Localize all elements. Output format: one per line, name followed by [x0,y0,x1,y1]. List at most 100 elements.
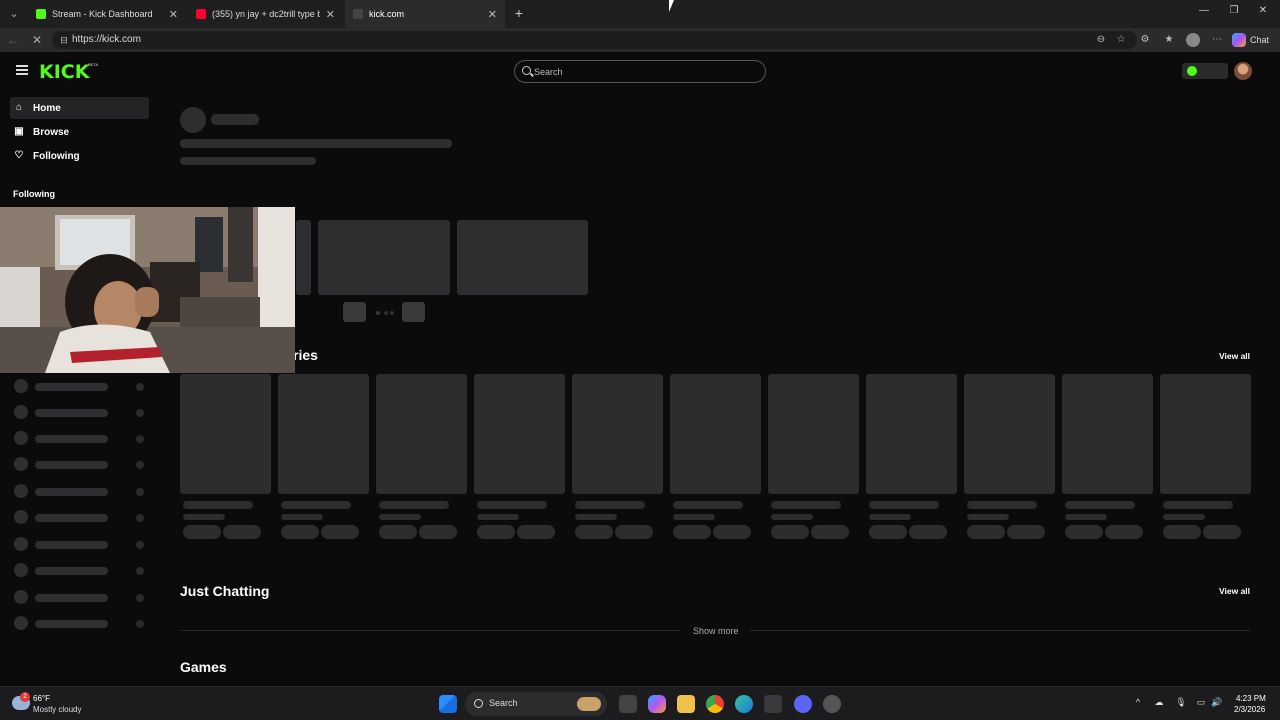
profile-icon[interactable] [1186,33,1200,47]
skeleton-avatar [180,107,206,133]
category-card-skeleton [278,374,369,494]
extensions-icon[interactable]: ⚙ [1138,33,1152,47]
skeleton-line [771,514,813,520]
close-tab-icon[interactable]: ✕ [488,8,497,21]
category-card-skeleton [670,374,761,494]
show-hidden-icons-icon[interactable]: ^ [1131,697,1145,707]
app-icon[interactable] [823,695,841,713]
more-options-icon[interactable]: ⋯ [1210,33,1224,47]
windows-start-icon[interactable] [439,695,457,713]
taskbar-search-label: Search [489,698,518,708]
close-window-icon[interactable]: ✕ [1252,5,1274,16]
clock-time[interactable]: 4:23 PM [1236,694,1266,703]
skeleton-line [1163,514,1205,520]
new-tab-button[interactable]: + [510,4,528,22]
microsoft-store-icon[interactable] [764,695,782,713]
site-info-icon[interactable]: ⊟ [58,34,70,46]
carousel-skeleton-card [318,220,450,295]
close-tab-icon[interactable]: ✕ [169,8,178,21]
search-box[interactable] [514,60,766,83]
volume-icon[interactable]: 🔊 [1210,697,1224,708]
tab-kick-dashboard[interactable]: Stream - Kick Dashboard ✕ [28,0,186,28]
skeleton-pill [869,525,907,539]
taskbar-search[interactable]: Search [465,692,607,716]
search-input[interactable] [534,64,754,80]
skeleton-line [1163,501,1233,509]
kick-studio-button[interactable] [1182,63,1228,79]
skeleton-pill [1065,525,1103,539]
copilot-chat-button[interactable]: Chat [1232,31,1269,49]
zoom-icon[interactable]: ⊖ [1094,33,1108,47]
show-more-button[interactable]: Show more [693,626,739,636]
carousel-dot[interactable] [384,311,388,315]
sidebar-item-label: Home [33,102,61,114]
skeleton-pill [419,525,457,539]
network-icon[interactable]: ▭ [1194,697,1208,708]
chrome-icon[interactable] [706,695,724,713]
clock-date[interactable]: 2/3/2026 [1234,705,1265,714]
carousel-prev-button[interactable] [343,302,366,322]
stop-loading-icon[interactable]: ✕ [30,33,44,47]
weather-description[interactable]: Mostly cloudy [33,705,81,714]
favorite-star-icon[interactable]: ☆ [1114,33,1128,47]
skeleton-pill [615,525,653,539]
view-all-categories-link[interactable]: View all [1219,351,1250,361]
task-view-icon[interactable] [619,695,637,713]
webcam-image [0,207,295,373]
minimize-icon[interactable]: — [1193,5,1215,16]
user-avatar[interactable] [1234,62,1252,80]
weather-alert-badge: 2 [20,692,30,702]
kick-logo[interactable]: KICK [39,61,89,83]
discord-icon[interactable] [794,695,812,713]
onedrive-icon[interactable]: ☁ [1152,697,1166,708]
following-heading: Following [13,189,55,199]
menu-hamburger-icon[interactable] [16,65,28,75]
address-bar[interactable]: ⊟ https://kick.com [52,31,1137,49]
skeleton-pill [281,525,319,539]
skeleton-pill [811,525,849,539]
back-icon[interactable]: ← [6,33,20,47]
games-heading[interactable]: Games [180,659,227,675]
weather-temperature[interactable]: 66°F [33,694,50,703]
close-tab-icon[interactable]: ✕ [326,8,335,21]
beta-badge: BETA [88,62,99,67]
skeleton-pill [223,525,261,539]
sidebar-item-browse[interactable]: ▣ Browse [10,121,149,143]
carousel-dot[interactable] [390,311,394,315]
category-card-skeleton [1062,374,1153,494]
carousel-next-button[interactable] [402,302,425,322]
view-all-just-chatting-link[interactable]: View all [1219,586,1250,596]
divider [750,630,1250,631]
tab-actions-menu-icon[interactable]: ⌄ [4,4,24,24]
tab-title: (355) yn jay + dc2trill type beat "v [212,9,320,19]
tab-youtube[interactable]: (355) yn jay + dc2trill type beat "v ✕ [188,0,343,28]
skeleton-line [379,514,421,520]
microphone-icon[interactable]: 🎙 [1174,697,1188,708]
tab-kick-home[interactable]: kick.com ✕ [345,0,505,28]
restore-icon[interactable]: ❐ [1223,5,1245,16]
category-card-skeleton [768,374,859,494]
browser-tab-strip: ⌄ Stream - Kick Dashboard ✕ (355) yn jay… [0,0,1280,28]
browse-icon: ▣ [14,126,24,137]
sidebar-item-home[interactable]: ⌂ Home [10,97,149,119]
favorites-icon[interactable]: ★ [1162,33,1176,47]
skeleton-pill [321,525,359,539]
url-text[interactable]: https://kick.com [72,34,141,45]
file-explorer-icon[interactable] [677,695,695,713]
just-chatting-heading[interactable]: Just Chatting [180,583,269,599]
skeleton-line [211,114,259,125]
skeleton-pill [1163,525,1201,539]
edge-icon[interactable] [735,695,753,713]
sidebar-item-following[interactable]: ♡ Following [10,145,149,167]
sidebar-skeleton-row [14,563,146,577]
sidebar-skeleton-row [14,537,146,551]
tab-title: Stream - Kick Dashboard [52,9,153,19]
copilot-icon [1232,33,1246,47]
sidebar-skeleton-row [14,431,146,445]
skeleton-line [673,514,715,520]
windows-taskbar: 2 66°F Mostly cloudy Search ^ ☁ 🎙 ▭ 🔊 4:… [0,686,1280,720]
home-icon: ⌂ [15,102,23,113]
carousel-dot[interactable] [376,311,380,315]
copilot-app-icon[interactable] [648,695,666,713]
kick-favicon-icon [36,9,46,19]
